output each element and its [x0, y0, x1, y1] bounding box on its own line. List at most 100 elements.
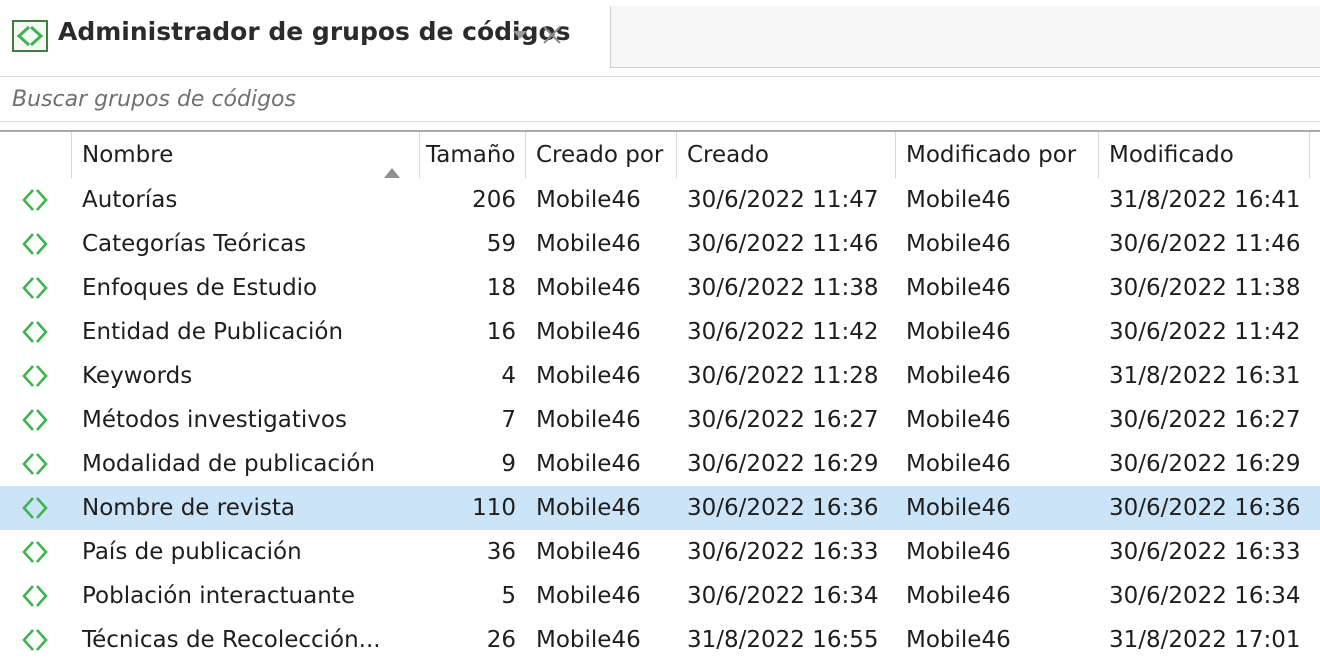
column-header-label: Modificado — [1109, 142, 1234, 168]
cell-name: Población interactuante — [82, 583, 355, 609]
cell-name: Técnicas de Recolección... — [82, 627, 381, 653]
cell-created: 30/6/2022 16:34 — [687, 583, 879, 609]
column-header-created-by[interactable]: Creado por — [526, 132, 677, 178]
tab-title: Administrador de grupos de códigos — [58, 17, 571, 46]
tab-code-group-manager[interactable]: Administrador de grupos de códigos — [0, 0, 610, 70]
cell-created: 30/6/2022 16:36 — [687, 495, 879, 521]
cell-created: 30/6/2022 11:46 — [687, 231, 879, 257]
cell-name: Autorías — [82, 187, 178, 213]
column-header-modified[interactable]: Modificado — [1099, 132, 1310, 178]
cell-name: Nombre de revista — [82, 495, 295, 521]
column-header-label: Tamaño — [426, 142, 516, 168]
cell-name: Modalidad de publicación — [82, 451, 376, 477]
cell-modified-by: Mobile46 — [906, 319, 1011, 345]
cell-size: 110 — [472, 495, 516, 521]
cell-size: 18 — [486, 275, 516, 301]
code-group-icon — [20, 495, 50, 521]
cell-name: Categorías Teóricas — [82, 231, 307, 257]
code-group-icon — [20, 231, 50, 257]
table-row[interactable]: Autorías 206 Mobile46 30/6/2022 11:47 Mobile… — [0, 178, 1320, 222]
code-group-icon — [20, 275, 50, 301]
table-row[interactable]: Nombre de revista 110 Mobile46 30/6/2022 16… — [0, 486, 1320, 530]
table-row[interactable]: Población interactuante 5 Mobile46 30/6/202… — [0, 574, 1320, 618]
cell-name: Keywords — [82, 363, 193, 389]
cell-modified-by: Mobile46 — [906, 275, 1011, 301]
cell-modified-by: Mobile46 — [906, 627, 1011, 653]
cell-modified: 30/6/2022 16:36 — [1109, 495, 1301, 521]
cell-modified: 30/6/2022 11:38 — [1109, 275, 1301, 301]
code-group-icon — [20, 407, 50, 433]
code-group-icon — [20, 539, 50, 565]
table-row[interactable]: País de publicación 36 Mobile46 30/6/2022 1… — [0, 530, 1320, 574]
code-group-icon — [20, 187, 50, 213]
code-group-icon — [20, 451, 50, 477]
cell-modified: 30/6/2022 11:46 — [1109, 231, 1301, 257]
cell-size: 9 — [501, 451, 516, 477]
cell-name: Métodos investigativos — [82, 407, 347, 433]
cell-created-by: Mobile46 — [536, 583, 641, 609]
cell-created: 30/6/2022 11:38 — [687, 275, 879, 301]
cell-modified-by: Mobile46 — [906, 583, 1011, 609]
table-row[interactable]: Categorías Teóricas 59 Mobile46 30/6/2022 1… — [0, 222, 1320, 266]
cell-created-by: Mobile46 — [536, 275, 641, 301]
code-group-icon — [20, 363, 50, 389]
cell-created-by: Mobile46 — [536, 187, 641, 213]
cell-modified: 31/8/2022 16:41 — [1109, 187, 1301, 213]
cell-created-by: Mobile46 — [536, 451, 641, 477]
cell-created-by: Mobile46 — [536, 495, 641, 521]
cell-created: 30/6/2022 11:47 — [687, 187, 879, 213]
tab-strip-empty-area — [610, 6, 1320, 68]
cell-created: 30/6/2022 11:28 — [687, 363, 879, 389]
column-header-label: Creado por — [536, 142, 664, 168]
cell-name: Entidad de Publicación — [82, 319, 344, 345]
cell-modified-by: Mobile46 — [906, 231, 1011, 257]
column-header-label: Nombre — [82, 142, 174, 168]
cell-size: 26 — [486, 627, 516, 653]
cell-created: 31/8/2022 16:55 — [687, 627, 879, 653]
cell-size: 206 — [472, 187, 516, 213]
code-group-icon — [20, 583, 50, 609]
column-header-modified-by[interactable]: Modificado por — [896, 132, 1099, 178]
cell-modified-by: Mobile46 — [906, 407, 1011, 433]
cell-modified: 30/6/2022 16:34 — [1109, 583, 1301, 609]
column-header-created[interactable]: Creado — [677, 132, 896, 178]
cell-modified: 31/8/2022 16:31 — [1109, 363, 1301, 389]
cell-size: 4 — [501, 363, 516, 389]
table-row[interactable]: Métodos investigativos 7 Mobile46 30/6/2022… — [0, 398, 1320, 442]
cell-size: 59 — [486, 231, 516, 257]
search-bar — [0, 76, 1320, 122]
table-row[interactable]: Keywords 4 Mobile46 30/6/2022 11:28 Mobile46… — [0, 354, 1320, 398]
table-row[interactable]: Técnicas de Recolección... 26 Mobile46 31/8… — [0, 618, 1320, 662]
cell-created-by: Mobile46 — [536, 539, 641, 565]
column-header-label: Modificado por — [906, 142, 1077, 168]
table-row[interactable]: Entidad de Publicación 16 Mobile46 30/6/202… — [0, 310, 1320, 354]
table-row[interactable]: Modalidad de publicación 9 Mobile46 30/6/20… — [0, 442, 1320, 486]
sort-ascending-icon — [383, 149, 401, 178]
column-header-size[interactable]: Tamaño — [420, 132, 526, 178]
close-icon[interactable] — [537, 20, 567, 50]
code-group-icon — [12, 20, 48, 52]
cell-created-by: Mobile46 — [536, 627, 641, 653]
cell-created-by: Mobile46 — [536, 319, 641, 345]
cell-size: 16 — [486, 319, 516, 345]
cell-modified: 30/6/2022 16:27 — [1109, 407, 1301, 433]
column-header-label: Creado — [687, 142, 769, 168]
cell-modified-by: Mobile46 — [906, 539, 1011, 565]
cell-created: 30/6/2022 16:33 — [687, 539, 879, 565]
table-row[interactable]: Enfoques de Estudio 18 Mobile46 30/6/2022 1… — [0, 266, 1320, 310]
chevron-down-icon[interactable] — [510, 26, 530, 44]
cell-created-by: Mobile46 — [536, 363, 641, 389]
cell-modified-by: Mobile46 — [906, 495, 1011, 521]
code-group-icon — [20, 627, 50, 653]
cell-size: 5 — [501, 583, 516, 609]
cell-modified: 30/6/2022 16:33 — [1109, 539, 1301, 565]
cell-modified: 30/6/2022 11:42 — [1109, 319, 1301, 345]
cell-created-by: Mobile46 — [536, 231, 641, 257]
cell-created: 30/6/2022 16:29 — [687, 451, 879, 477]
cell-modified-by: Mobile46 — [906, 187, 1011, 213]
code-group-icon — [20, 319, 50, 345]
column-header-name[interactable]: Nombre — [72, 132, 420, 178]
cell-created: 30/6/2022 11:42 — [687, 319, 879, 345]
header-icon-column — [0, 132, 72, 178]
search-input[interactable] — [0, 77, 1320, 121]
